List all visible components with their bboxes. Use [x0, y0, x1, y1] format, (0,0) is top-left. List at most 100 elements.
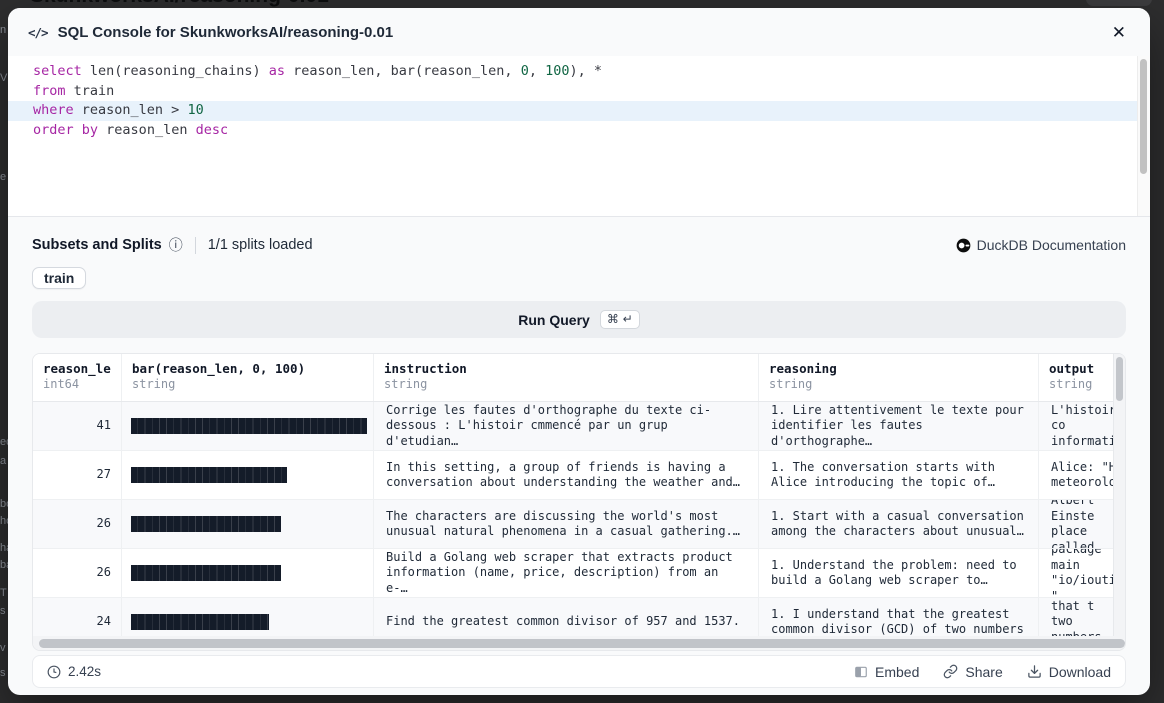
close-icon[interactable]: ✕	[1108, 20, 1130, 45]
sql-token: reason_len	[98, 122, 196, 138]
embed-icon	[854, 665, 868, 679]
sql-token: 100	[545, 63, 569, 79]
column-type: string	[384, 377, 748, 391]
table-row[interactable]: 26Build a Golang web scraper that extrac…	[33, 549, 1125, 598]
cell-reason-len: 41	[33, 402, 122, 450]
sql-code-line: order by reason_len desc	[8, 121, 1150, 141]
column-name: instruction	[384, 361, 748, 376]
column-header-bar-reason-len-0-100-[interactable]: bar(reason_len, 0, 100)string	[122, 354, 374, 401]
table-row[interactable]: 24 Find the greatest common divisor of 95…	[33, 598, 1125, 637]
sql-token: where	[33, 102, 74, 118]
download-icon	[1027, 664, 1042, 679]
sql-token: select	[33, 63, 82, 79]
cell-bar	[122, 598, 374, 637]
sql-token: reason_len >	[74, 102, 188, 118]
share-button[interactable]: Share	[943, 664, 1002, 680]
divider	[195, 237, 196, 254]
clock-icon	[47, 665, 61, 679]
cell-bar	[122, 402, 374, 450]
sql-token: 0	[521, 63, 529, 79]
column-type: string	[132, 377, 363, 391]
cell-instruction: In this setting, a group of friends is h…	[374, 451, 759, 499]
duckdb-logo-icon	[956, 238, 971, 253]
cell-text: Build a Golang web scraper that extracts…	[386, 550, 746, 597]
cell-reason-len: 27	[33, 451, 122, 499]
column-header-reasoning[interactable]: reasoningstring	[759, 354, 1039, 401]
sql-editor[interactable]: select len(reasoning_chains) as reason_l…	[8, 56, 1150, 217]
duckdb-docs-link[interactable]: DuckDB Documentation	[956, 237, 1126, 253]
cell-text: 1. Understand the problem: need to build…	[771, 558, 1017, 589]
column-type: string	[1049, 377, 1115, 391]
column-name: reason_len	[43, 361, 111, 376]
modal-header: </> SQL Console for SkunkworksAI/reasoni…	[8, 8, 1150, 56]
cell-reason-len: 26	[33, 500, 122, 548]
cell-text: Corrige les fautes d'orthographe du text…	[386, 403, 746, 450]
cell-text: Albert Einste place called	[1051, 500, 1113, 548]
sql-token	[74, 122, 82, 138]
query-time-value: 2.42s	[68, 664, 101, 679]
cell-text: The characters are discussing the world'…	[386, 509, 740, 540]
cell-text: Find the greatest common divisor of 957 …	[386, 614, 740, 630]
share-link-icon	[943, 664, 958, 679]
cell-bar	[122, 549, 374, 597]
cell-instruction: Build a Golang web scraper that extracts…	[374, 549, 759, 597]
cell-instruction: Corrige les fautes d'orthographe du text…	[374, 402, 759, 450]
sql-code-line: from train	[8, 82, 1150, 102]
table-vertical-scrollbar-track[interactable]	[1113, 354, 1125, 636]
sql-token: 10	[187, 102, 203, 118]
sql-token: reason_len, bar(reason_len,	[285, 63, 521, 79]
table-horizontal-scrollbar-track[interactable]	[33, 636, 1125, 650]
backdrop-text-fragment: n	[0, 24, 6, 36]
cell-bar	[122, 500, 374, 548]
sql-token: as	[269, 63, 285, 79]
table-row[interactable]: 26 The characters are discussing the worl…	[33, 500, 1125, 549]
bar-visualization	[131, 516, 281, 532]
split-chip-train[interactable]: train	[32, 267, 86, 289]
cell-bar	[122, 451, 374, 499]
column-header-instruction[interactable]: instructionstring	[374, 354, 759, 401]
backdrop-text-fragment: e	[0, 171, 6, 183]
cell-reasoning: 1. The conversation starts with Alice in…	[759, 451, 1039, 499]
info-icon[interactable]: ⓘ	[169, 238, 183, 252]
background-page-title: SkunkworksAI/reasoning-0.01	[30, 0, 329, 8]
editor-scrollbar-thumb[interactable]	[1140, 59, 1147, 174]
footer-actions: Embed Share Download	[854, 664, 1111, 680]
backdrop-text-fragment: v	[0, 642, 6, 654]
sql-token: by	[82, 122, 98, 138]
bar-visualization	[131, 565, 281, 581]
backdrop-text-fragment: T	[0, 587, 7, 599]
column-type: int64	[43, 377, 111, 391]
table-row[interactable]: 27 In this setting, a group of friends is…	[33, 451, 1125, 500]
sql-console-modal: </> SQL Console for SkunkworksAI/reasoni…	[8, 8, 1150, 695]
run-query-button[interactable]: Run Query ⌘ ↵	[32, 301, 1126, 338]
subsets-label: Subsets and Splits	[32, 237, 162, 253]
cell-reason-len: 24	[33, 598, 122, 637]
sql-token: ), *	[569, 63, 602, 79]
backdrop-text-fragment: s	[0, 605, 6, 617]
code-icon: </>	[28, 25, 48, 40]
column-name: reasoning	[769, 361, 1028, 376]
bar-visualization	[131, 467, 287, 483]
embed-button[interactable]: Embed	[854, 664, 919, 680]
column-header-reason-len[interactable]: reason_lenint64	[33, 354, 122, 401]
split-chips-row: train	[32, 267, 1126, 289]
download-button[interactable]: Download	[1027, 664, 1111, 680]
table-vertical-scrollbar-thumb[interactable]	[1116, 357, 1123, 401]
cell-text: 1. I understand that the greatest common…	[771, 607, 1024, 638]
backdrop-text-fragment: a	[0, 455, 6, 467]
table-row[interactable]: 41 Corrige les fautes d'orthographe du te…	[33, 402, 1125, 451]
results-footer: 2.42s Embed Share	[32, 655, 1126, 688]
cell-reasoning: 1. Understand the problem: need to build…	[759, 549, 1039, 597]
cell-text: I know that t two numbers i	[1051, 598, 1113, 637]
cell-reasoning: 1. I understand that the greatest common…	[759, 598, 1039, 637]
backdrop-text-fragment: s	[0, 667, 6, 679]
editor-scrollbar-track[interactable]	[1137, 56, 1150, 216]
bar-visualization	[131, 418, 367, 434]
sql-code-line: where reason_len > 10	[8, 101, 1150, 121]
table-horizontal-scrollbar-thumb[interactable]	[39, 639, 1125, 648]
sql-token: from	[33, 83, 66, 99]
cell-text: 1. Start with a casual conversation amon…	[771, 509, 1024, 540]
background-button-hint	[1086, 0, 1152, 6]
subsets-row: Subsets and Splits ⓘ 1/1 splits loaded D…	[32, 234, 1126, 256]
cell-text: 1. The conversation starts with Alice in…	[771, 460, 995, 491]
